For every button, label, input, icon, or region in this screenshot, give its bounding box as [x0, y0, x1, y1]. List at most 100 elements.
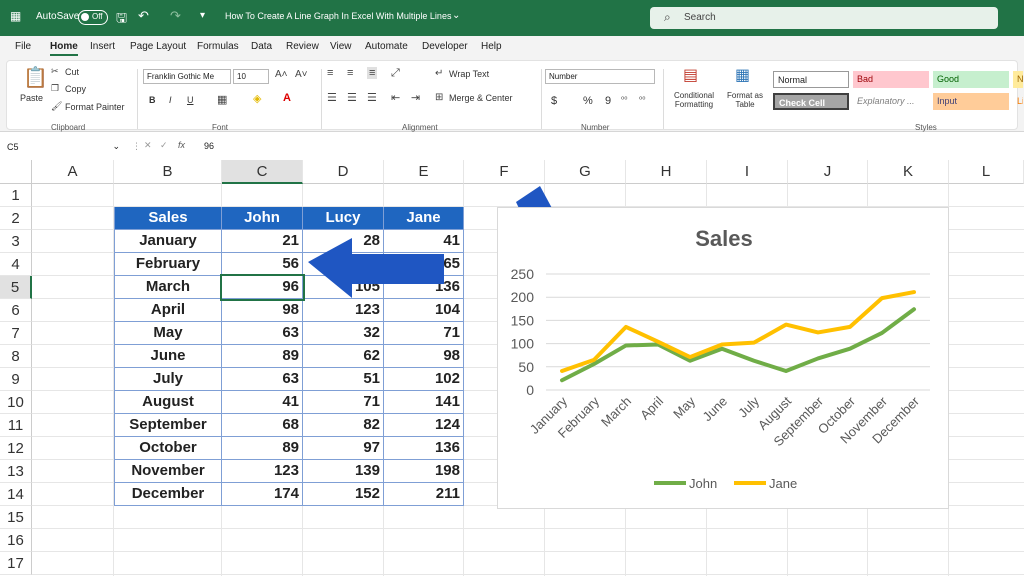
table-value-cell[interactable]: 63	[222, 368, 303, 391]
style-neutral[interactable]: Ne	[1013, 71, 1023, 88]
row-header-4[interactable]: 4	[0, 253, 32, 276]
copy-button[interactable]: Copy	[65, 84, 86, 94]
row-header-3[interactable]: 3	[0, 230, 32, 253]
style-linked[interactable]: Lin	[1013, 93, 1023, 110]
table-value-cell[interactable]: 98	[222, 299, 303, 322]
column-header-d[interactable]: D	[303, 160, 384, 184]
table-month-cell[interactable]: October	[114, 437, 222, 460]
row-header-6[interactable]: 6	[0, 299, 32, 322]
table-value-cell[interactable]: 198	[384, 460, 464, 483]
table-month-cell[interactable]: December	[114, 483, 222, 506]
search-box[interactable]: ⌕ Search	[650, 7, 998, 29]
table-value-cell[interactable]: 51	[303, 368, 384, 391]
table-value-cell[interactable]: 136	[384, 276, 464, 299]
table-month-cell[interactable]: November	[114, 460, 222, 483]
conditional-formatting-button[interactable]: Conditional Formatting	[669, 91, 719, 109]
row-header-16[interactable]: 16	[0, 529, 32, 552]
table-month-cell[interactable]: September	[114, 414, 222, 437]
autosave-toggle[interactable]: Off	[78, 10, 108, 25]
conditional-formatting-icon[interactable]: ▤	[683, 65, 698, 85]
tab-insert[interactable]: Insert	[90, 41, 115, 52]
font-name-combo[interactable]: Franklin Gothic Me	[143, 69, 231, 84]
table-value-cell[interactable]: 174	[222, 483, 303, 506]
function-icon[interactable]: fx	[178, 140, 185, 150]
table-value-cell[interactable]: 32	[303, 322, 384, 345]
table-value-cell[interactable]: 96	[220, 274, 305, 301]
table-value-cell[interactable]	[303, 253, 384, 276]
decrease-font-icon[interactable]: A˅	[295, 69, 308, 80]
title-chevron-down-icon[interactable]: ⌄	[452, 10, 460, 21]
row-header-8[interactable]: 8	[0, 345, 32, 368]
column-header-c[interactable]: C	[222, 160, 303, 184]
tab-formulas[interactable]: Formulas	[197, 41, 239, 52]
row-header-10[interactable]: 10	[0, 391, 32, 414]
column-header-b[interactable]: B	[114, 160, 222, 184]
style-explanatory[interactable]: Explanatory ...	[853, 93, 929, 110]
paste-button[interactable]: Paste	[20, 93, 43, 103]
table-value-cell[interactable]: 71	[384, 322, 464, 345]
outdent-icon[interactable]: ⇥	[411, 91, 420, 104]
undo-icon[interactable]: ↶	[138, 8, 149, 24]
enter-icon[interactable]: ✓	[160, 140, 168, 151]
table-value-cell[interactable]: 62	[303, 345, 384, 368]
font-color-icon[interactable]: A	[283, 92, 291, 104]
merge-center-icon[interactable]: ⊞	[435, 92, 443, 103]
table-value-cell[interactable]: 68	[222, 414, 303, 437]
copy-icon[interactable]: ❐	[51, 83, 59, 94]
row-header-11[interactable]: 11	[0, 414, 32, 437]
table-value-cell[interactable]: 82	[303, 414, 384, 437]
tab-view[interactable]: View	[330, 41, 352, 52]
column-header-k[interactable]: K	[868, 160, 949, 184]
column-header-h[interactable]: H	[626, 160, 707, 184]
fill-color-icon[interactable]: ◈	[253, 92, 261, 105]
table-value-cell[interactable]: 41	[222, 391, 303, 414]
tab-file[interactable]: File	[15, 41, 31, 52]
align-center-icon[interactable]: ☰	[347, 91, 357, 104]
row-header-14[interactable]: 14	[0, 483, 32, 506]
column-header-g[interactable]: G	[545, 160, 626, 184]
row-header-5[interactable]: 5	[0, 276, 32, 299]
increase-font-icon[interactable]: A˄	[275, 69, 288, 80]
align-top-icon[interactable]: ≡	[327, 67, 333, 79]
column-header-j[interactable]: J	[788, 160, 868, 184]
table-header-cell[interactable]: Lucy	[303, 207, 384, 230]
borders-icon[interactable]: ▦	[217, 93, 227, 106]
comma-button[interactable]: 9	[605, 95, 611, 107]
format-as-table-button[interactable]: Format as Table	[723, 91, 767, 109]
row-header-1[interactable]: 1	[0, 184, 32, 207]
column-header-e[interactable]: E	[384, 160, 464, 184]
tab-data[interactable]: Data	[251, 41, 272, 52]
table-value-cell[interactable]: 141	[384, 391, 464, 414]
tab-page-layout[interactable]: Page Layout	[130, 41, 186, 52]
style-normal[interactable]: Normal	[773, 71, 849, 88]
sales-line-chart[interactable]: Sales 0 50 100 150 200 250 January February March…	[497, 207, 949, 509]
table-value-cell[interactable]: 28	[303, 230, 384, 253]
wrap-text-icon[interactable]: ↵	[435, 68, 443, 79]
align-bottom-icon[interactable]: ≡	[367, 67, 378, 79]
row-header-12[interactable]: 12	[0, 437, 32, 460]
table-value-cell[interactable]: 41	[384, 230, 464, 253]
table-month-cell[interactable]: June	[114, 345, 222, 368]
format-as-table-icon[interactable]: ▦	[735, 65, 750, 85]
table-header-cell[interactable]: Jane	[384, 207, 464, 230]
name-box[interactable]: C5 ⌄	[4, 139, 124, 155]
row-header-13[interactable]: 13	[0, 460, 32, 483]
row-header-2[interactable]: 2	[0, 207, 32, 230]
align-right-icon[interactable]: ☰	[367, 91, 377, 104]
table-month-cell[interactable]: July	[114, 368, 222, 391]
formula-input[interactable]: 96	[204, 141, 214, 151]
table-value-cell[interactable]: 71	[303, 391, 384, 414]
table-month-cell[interactable]: May	[114, 322, 222, 345]
table-value-cell[interactable]: 152	[303, 483, 384, 506]
style-input[interactable]: Input	[933, 93, 1009, 110]
table-value-cell[interactable]: 21	[222, 230, 303, 253]
save-icon[interactable]: 🖫	[116, 9, 127, 31]
percent-button[interactable]: %	[583, 95, 593, 107]
table-header-cell[interactable]: Sales	[114, 207, 222, 230]
table-header-cell[interactable]: John	[222, 207, 303, 230]
orientation-icon[interactable]: ⤢	[391, 67, 400, 80]
row-header-7[interactable]: 7	[0, 322, 32, 345]
italic-button[interactable]: I	[169, 95, 172, 105]
table-month-cell[interactable]: April	[114, 299, 222, 322]
align-middle-icon[interactable]: ≡	[347, 67, 353, 79]
